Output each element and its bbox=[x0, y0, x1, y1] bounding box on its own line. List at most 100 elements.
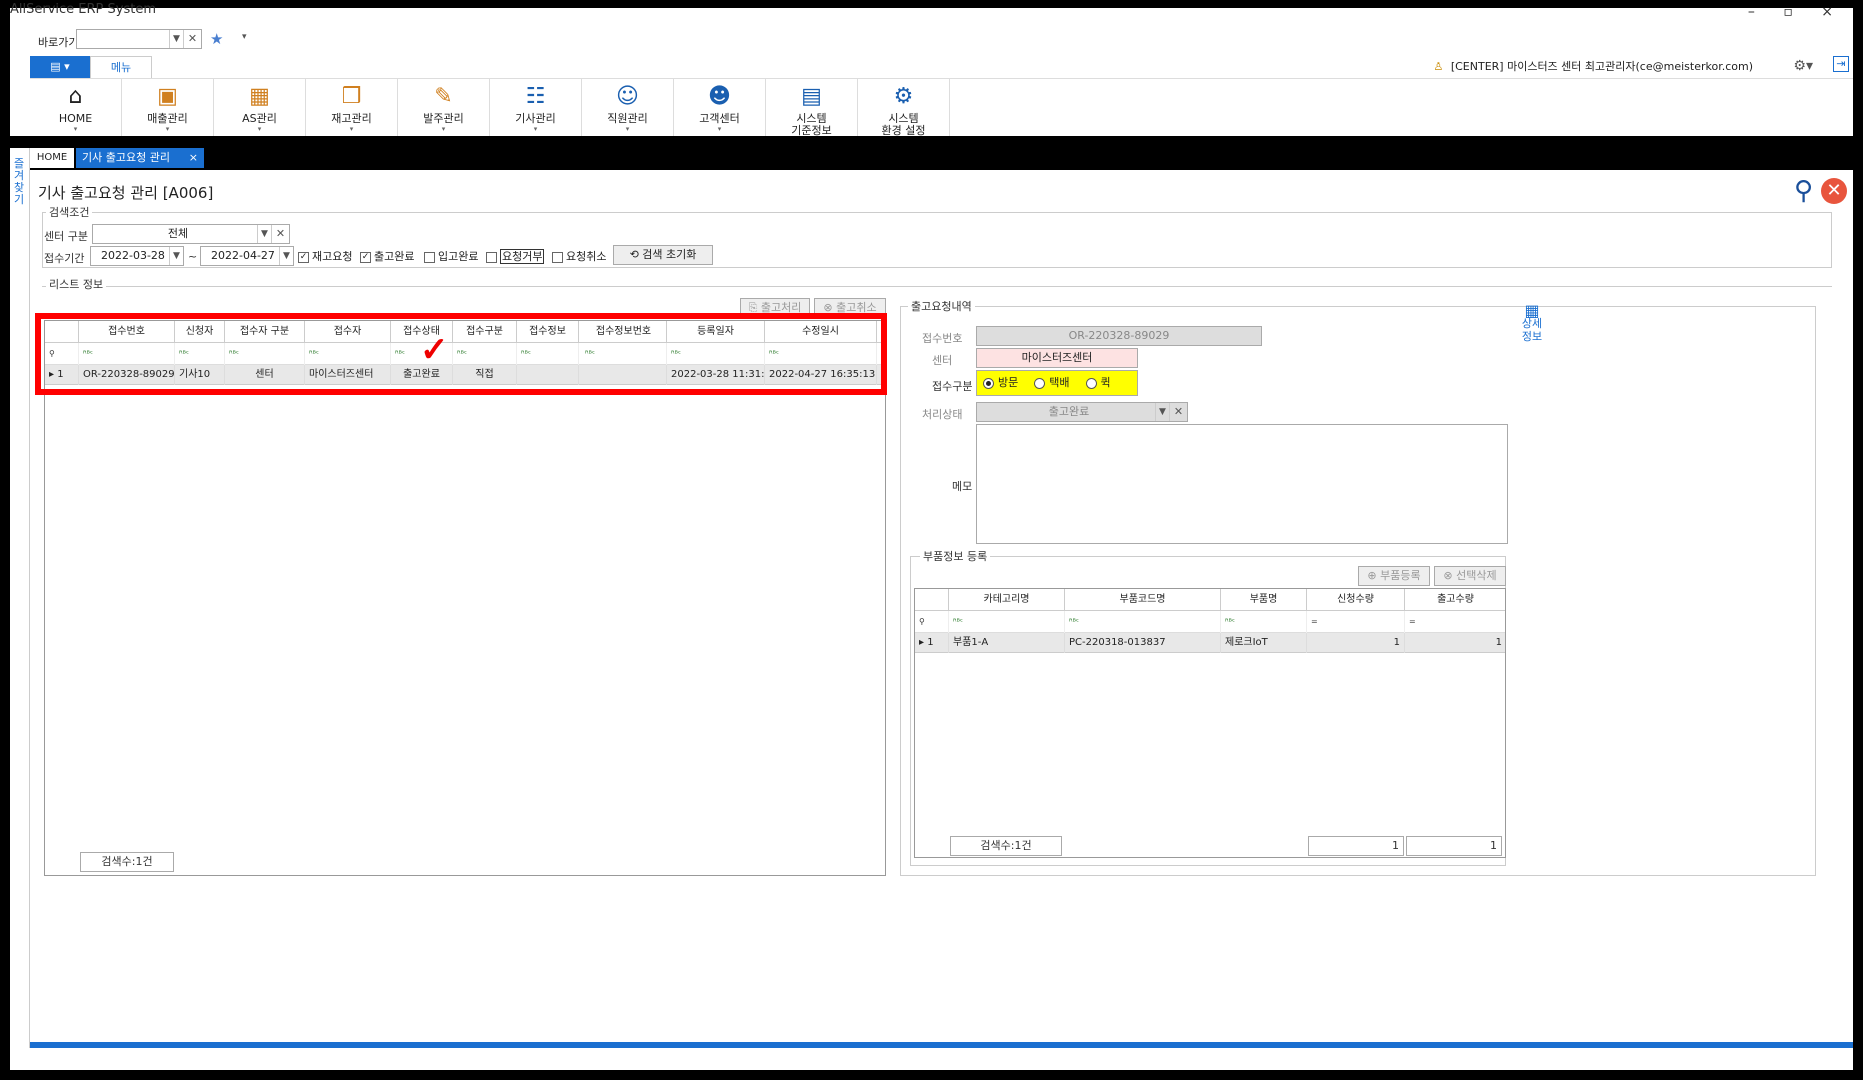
column-filter-cell[interactable]: ᴿᴮᶜ bbox=[1065, 611, 1221, 633]
process-out-button[interactable]: ⎘ 출고처리 bbox=[740, 298, 810, 318]
ribbon-button-6[interactable]: ☺ 직원관리 ▾ bbox=[582, 79, 674, 141]
period-label: 접수기간 bbox=[44, 252, 85, 265]
center-select[interactable]: 전체 ▼ ✕ bbox=[92, 224, 290, 244]
table-row[interactable]: ▸ 1 부품1-A PC-220318-013837 제로크IoT 1 1 bbox=[915, 633, 1505, 653]
radio-icon[interactable] bbox=[1034, 377, 1046, 389]
column-header[interactable]: 신청수량 bbox=[1307, 589, 1405, 611]
clear-icon[interactable]: ✕ bbox=[1169, 403, 1187, 421]
table-row[interactable]: ▸ 1 OR-220328-89029 기사10 센터 마이스터즈센터 출고완료 직접 202… bbox=[45, 365, 885, 385]
date-to-input[interactable]: 2022-04-27 ▼ bbox=[200, 246, 294, 266]
column-filter-cell[interactable]: = bbox=[1307, 611, 1405, 633]
status-checkbox-3[interactable]: 요청거부 bbox=[486, 248, 545, 264]
clear-icon[interactable]: ✕ bbox=[271, 225, 289, 243]
ribbon-button-4[interactable]: ✎ 발주관리 ▾ bbox=[398, 79, 490, 141]
close-icon[interactable]: ✕ bbox=[1821, 178, 1847, 204]
chevron-down-icon[interactable]: ▼ bbox=[169, 30, 183, 48]
status-checkbox-2[interactable]: 입고완료 bbox=[424, 248, 478, 264]
radio-icon[interactable] bbox=[983, 377, 994, 389]
column-filter-cell[interactable]: ᴿᴮᶜ bbox=[1221, 611, 1307, 633]
tab-active-page[interactable]: 기사 출고요청 관리 × bbox=[76, 148, 204, 168]
type-radio-option-0[interactable]: 방문 bbox=[977, 376, 1018, 389]
column-header[interactable]: 접수자 bbox=[305, 321, 391, 343]
status-checkbox-0[interactable]: ✓ 재고요청 bbox=[298, 248, 352, 264]
column-header[interactable]: 접수구분 bbox=[453, 321, 517, 343]
ribbon-button-2[interactable]: ▦ AS관리 ▾ bbox=[214, 79, 306, 141]
column-header[interactable]: 부품코드명 bbox=[1065, 589, 1221, 611]
checkbox-icon[interactable]: ✓ bbox=[360, 251, 371, 263]
exit-icon[interactable]: ⇥ bbox=[1833, 56, 1849, 72]
status-select[interactable]: 출고완료 ▼ ✕ bbox=[976, 402, 1188, 422]
column-filter-cell[interactable]: = bbox=[1405, 611, 1505, 633]
status-checkbox-4[interactable]: 요청취소 bbox=[552, 248, 606, 264]
tab-menu[interactable]: 메뉴 bbox=[90, 56, 152, 78]
tab-home[interactable]: HOME bbox=[30, 148, 74, 168]
search-view-icon[interactable]: ⚲ bbox=[1794, 176, 1813, 206]
reset-search-button[interactable]: ⟲ 검색 초기화 bbox=[613, 245, 713, 265]
delete-selected-button[interactable]: ⊗ 선택삭제 bbox=[1434, 566, 1506, 586]
chevron-down-icon: ▾ bbox=[441, 125, 446, 133]
checkbox-icon[interactable] bbox=[552, 251, 563, 263]
calendar-dropdown-icon[interactable]: ▼ bbox=[279, 247, 293, 265]
column-filter-cell[interactable]: ᴿᴮᶜ bbox=[517, 343, 579, 365]
column-header[interactable]: 부품명 bbox=[1221, 589, 1307, 611]
status-checkbox-label: 입고완료 bbox=[438, 250, 479, 263]
column-header[interactable]: 수정일시 bbox=[765, 321, 877, 343]
type-radio-option-2[interactable]: 퀵 bbox=[1080, 376, 1111, 389]
chevron-down-icon[interactable]: ▼ bbox=[1155, 403, 1169, 421]
checkbox-icon[interactable] bbox=[424, 251, 435, 263]
center-field[interactable]: 마이스터즈센터 bbox=[976, 348, 1138, 368]
column-header[interactable]: 출고수량 bbox=[1405, 589, 1505, 611]
type-radio-option-1[interactable]: 택배 bbox=[1028, 376, 1070, 389]
ribbon-label: HOME bbox=[58, 112, 93, 125]
column-filter-cell[interactable]: ᴿᴮᶜ bbox=[79, 343, 175, 365]
column-header[interactable]: 신청자 bbox=[175, 321, 225, 343]
column-header[interactable]: 접수정보번호 bbox=[581, 321, 667, 343]
chevron-down-icon[interactable]: ▼ bbox=[257, 225, 271, 243]
ribbon-button-8[interactable]: ▤시스템 기준정보▾ bbox=[766, 79, 858, 145]
clear-icon[interactable]: ✕ bbox=[183, 30, 201, 48]
memo-textarea[interactable] bbox=[976, 424, 1508, 544]
ribbon-button-9[interactable]: ⚙시스템 환경 설정▾ bbox=[858, 79, 950, 145]
quick-access-combo[interactable]: ▼ ✕ bbox=[76, 29, 202, 49]
ribbon-button-0[interactable]: ⌂ HOME ▾ bbox=[30, 79, 122, 141]
radio-icon[interactable] bbox=[1085, 377, 1097, 389]
column-header[interactable]: 접수자 구분 bbox=[225, 321, 305, 343]
tab-menu-toggle[interactable]: ▤ ▾ bbox=[30, 56, 90, 78]
window-controls[interactable]: – ▫ × bbox=[1748, 4, 1845, 20]
close-tab-icon[interactable]: × bbox=[189, 148, 198, 168]
checkbox-icon[interactable] bbox=[486, 251, 497, 263]
quick-dropdown-icon[interactable]: ▾ bbox=[242, 32, 247, 42]
ribbon-button-7[interactable]: ☻ 고객센터 ▾ bbox=[674, 79, 766, 141]
type-radio-label: 퀵 bbox=[1100, 376, 1111, 389]
column-filter-cell[interactable]: ᴿᴮᶜ bbox=[175, 343, 225, 365]
column-filter-cell[interactable]: ᴿᴮᶜ bbox=[305, 343, 391, 365]
calendar-dropdown-icon[interactable]: ▼ bbox=[169, 247, 183, 265]
ribbon-button-1[interactable]: ▣ 매출관리 ▾ bbox=[122, 79, 214, 141]
column-filter-cell[interactable]: ᴿᴮᶜ bbox=[765, 343, 877, 365]
ribbon-button-3[interactable]: ❒ 재고관리 ▾ bbox=[306, 79, 398, 141]
column-header[interactable]: 등록일자 bbox=[667, 321, 765, 343]
checkmark-annotation: ✓ bbox=[420, 330, 449, 370]
type-radio-group[interactable]: 방문 택배 퀵 bbox=[976, 370, 1138, 396]
column-header[interactable]: 카테고리명 bbox=[949, 589, 1065, 611]
date-from-input[interactable]: 2022-03-28 ▼ bbox=[90, 246, 184, 266]
column-filter-cell[interactable]: ᴿᴮᶜ bbox=[667, 343, 765, 365]
column-header[interactable]: 접수번호 bbox=[79, 321, 175, 343]
parts-filter-row: ⚲ ᴿᴮᶜ ᴿᴮᶜ ᴿᴮᶜ = = bbox=[915, 611, 1505, 633]
column-filter-cell[interactable]: ᴿᴮᶜ bbox=[949, 611, 1065, 633]
favorites-sidebar[interactable]: 즐겨찾기 bbox=[10, 148, 30, 1048]
status-checkbox-1[interactable]: ✓ 출고완료 bbox=[360, 248, 414, 264]
star-icon[interactable]: ★ bbox=[210, 30, 223, 48]
detail-side-tab[interactable]: ▦ 상세정보 bbox=[1519, 303, 1545, 376]
cancel-out-button[interactable]: ⊗ 출고취소 bbox=[814, 298, 886, 318]
add-part-button[interactable]: ⊕ 부품등록 bbox=[1358, 566, 1430, 586]
type-label: 접수구분 bbox=[932, 380, 973, 393]
settings-gear-icon[interactable]: ⚙▾ bbox=[1793, 58, 1813, 74]
receipt-field[interactable]: OR-220328-89029 bbox=[976, 326, 1262, 346]
column-header[interactable]: 접수정보 bbox=[517, 321, 579, 343]
checkbox-icon[interactable]: ✓ bbox=[298, 251, 309, 263]
column-filter-cell[interactable]: ᴿᴮᶜ bbox=[581, 343, 667, 365]
column-filter-cell[interactable]: ᴿᴮᶜ bbox=[453, 343, 517, 365]
ribbon-button-5[interactable]: ☷ 기사관리 ▾ bbox=[490, 79, 582, 141]
column-filter-cell[interactable]: ᴿᴮᶜ bbox=[225, 343, 305, 365]
